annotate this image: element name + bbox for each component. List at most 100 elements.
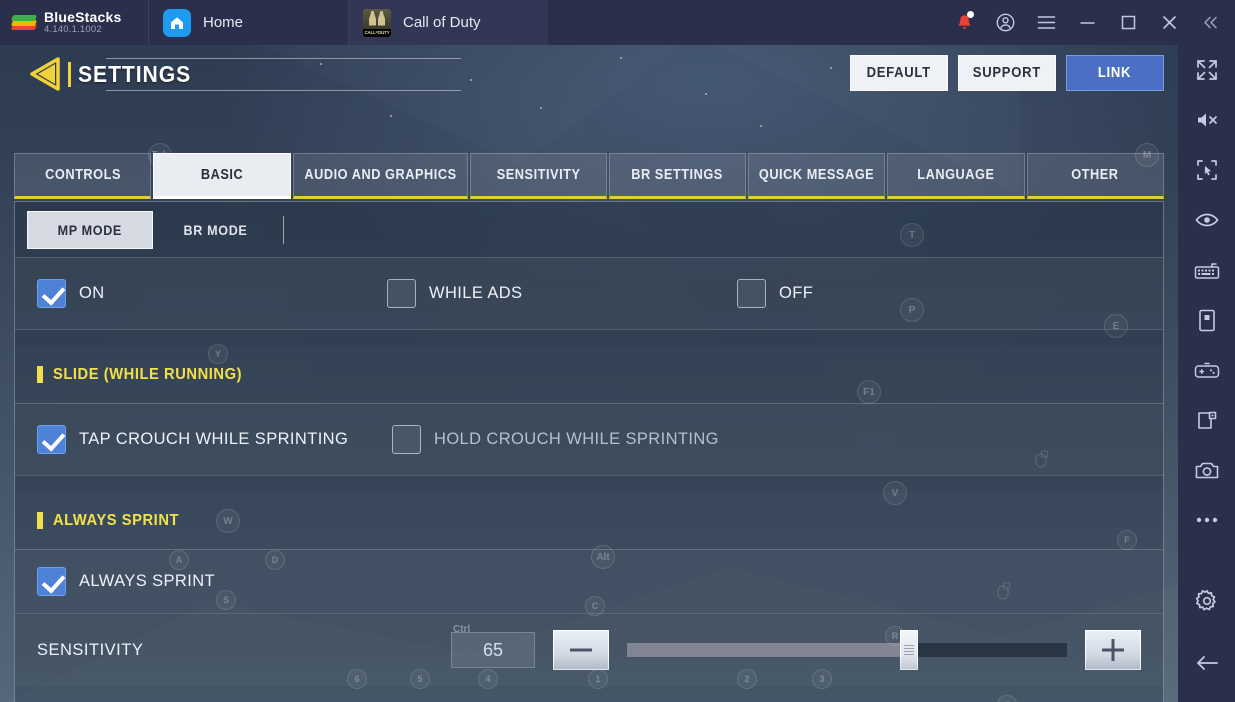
window-titlebar: BlueStacks 4.140.1.1002 Home CALL=DUTY C… [0,0,1235,45]
sensitivity-decrease-button[interactable] [553,630,609,670]
cod-badge-text: CALL=DUTY [363,28,391,37]
tab-quick-message[interactable]: QUICK MESSAGE [748,153,886,199]
settings-title-rule-bottom [106,89,462,91]
tab-br-settings[interactable]: BR SETTINGS [608,153,747,199]
row-sensitivity: SENSITIVITY Ctrl 65 [15,614,1163,686]
tab-language[interactable]: LANGUAGE [887,153,1025,199]
gamepad-icon[interactable] [1178,345,1235,395]
fullscreen-icon[interactable] [1178,45,1235,95]
option-hold-crouch-label: HOLD CROUCH WHILE SPRINTING [434,430,719,448]
link-button-label: LINK [1098,65,1132,81]
notification-bell-icon[interactable] [944,0,985,45]
screen-region-icon[interactable] [1178,145,1235,195]
row-spacer-3 [15,686,1163,702]
back-triangle-icon[interactable] [28,57,68,91]
ctrl-key-hint: Ctrl [453,624,471,635]
row-slide-options: TAP CROUCH WHILE SPRINTING HOLD CROUCH W… [15,404,1163,476]
option-on[interactable]: ON [37,279,387,308]
tab-controls-label: CONTROLS [44,167,121,183]
game-viewport: TabMTPEYF1VWADAltS654123QGRCF [0,45,1178,702]
option-while-ads[interactable]: WHILE ADS [387,279,737,308]
sensitivity-value[interactable]: 65 [451,632,535,668]
maximize-icon[interactable] [1108,0,1149,45]
close-icon[interactable] [1149,0,1190,45]
screen-record-icon[interactable] [1178,395,1235,445]
mute-icon[interactable] [1178,95,1235,145]
option-tap-crouch-label: TAP CROUCH WHILE SPRINTING [79,430,349,448]
checkbox-on[interactable] [37,279,66,308]
rotate-device-icon[interactable] [1178,295,1235,345]
account-icon[interactable] [985,0,1026,45]
tab-other-label: OTHER [1071,167,1119,183]
menu-icon[interactable] [1026,0,1067,45]
tab-quick-message-label: QUICK MESSAGE [759,167,875,183]
default-button-label: DEFAULT [866,65,932,81]
subtab-mp-mode[interactable]: MP MODE [27,210,153,249]
subtab-br-mode[interactable]: BR MODE [153,211,279,249]
page-title: SETTINGS [78,60,192,87]
bluestacks-sidebar [1178,45,1235,702]
settings-actions: DEFAULT SUPPORT LINK [850,55,1164,91]
tab-sensitivity[interactable]: SENSITIVITY [469,153,607,199]
section-slide-title: SLIDE (WHILE RUNNING) [37,366,258,384]
tab-home[interactable]: Home [148,0,348,45]
subtab-divider [283,215,284,244]
option-hold-crouch[interactable]: HOLD CROUCH WHILE SPRINTING [392,425,719,454]
checkbox-off[interactable] [737,279,766,308]
section-slide-label: SLIDE (WHILE RUNNING) [53,365,243,383]
option-off[interactable]: OFF [737,279,813,308]
tab-language-label: LANGUAGE [917,167,995,183]
section-always-sprint: ALWAYS SPRINT [15,492,1163,550]
checkbox-hold-crouch[interactable] [392,425,421,454]
back-arrow-icon[interactable] [1178,638,1235,688]
settings-list: ON WHILE ADS OFF SLIDE (WHILE RUNNING) T… [15,258,1163,702]
option-while-ads-label: WHILE ADS [429,284,523,302]
support-button[interactable]: SUPPORT [958,55,1056,91]
tab-audio-and-graphics[interactable]: AUDIO AND GRAPHICS [292,153,468,199]
checkbox-while-ads[interactable] [387,279,416,308]
tab-audio-and-graphics-label: AUDIO AND GRAPHICS [303,167,457,183]
support-button-label: SUPPORT [972,65,1042,81]
more-options-icon[interactable] [1178,495,1235,545]
bluestacks-brand: BlueStacks 4.140.1.1002 [0,0,148,45]
titlebar-spacer [548,0,944,45]
sensitivity-slider-handle[interactable] [899,630,918,670]
brand-name: BlueStacks [44,8,122,25]
settings-header: SETTINGS [28,57,462,91]
call-of-duty-icon: CALL=DUTY [363,8,391,37]
keyboard-controls-icon[interactable] [1178,245,1235,295]
tab-basic-label: BASIC [200,167,244,183]
option-always-sprint-label: ALWAYS SPRINT [79,572,215,590]
collapse-sidebar-icon[interactable] [1190,0,1231,45]
sensitivity-increase-button[interactable] [1085,630,1141,670]
gear-icon[interactable] [1178,576,1235,626]
tab-controls[interactable]: CONTROLS [14,153,152,199]
section-bar-icon [37,366,43,383]
minimize-icon[interactable] [1067,0,1108,45]
tab-other[interactable]: OTHER [1026,153,1164,199]
section-slide: SLIDE (WHILE RUNNING) [15,346,1163,404]
sensitivity-slider-track[interactable] [627,630,1067,670]
sensitivity-label: SENSITIVITY [37,640,144,659]
option-on-label: ON [79,284,105,302]
row-aim-options: ON WHILE ADS OFF [15,258,1163,330]
subtab-mp-mode-label: MP MODE [57,221,123,238]
bluestacks-window: BlueStacks 4.140.1.1002 Home CALL=DUTY C… [0,0,1235,702]
brand-version: 4.140.1.1002 [44,24,102,36]
option-off-label: OFF [779,284,814,302]
tab-home-label: Home [203,14,244,31]
row-spacer-1 [15,330,1163,346]
option-tap-crouch[interactable]: TAP CROUCH WHILE SPRINTING [37,425,392,454]
checkbox-tap-crouch[interactable] [37,425,66,454]
option-always-sprint[interactable]: ALWAYS SPRINT [37,567,215,596]
eye-icon[interactable] [1178,195,1235,245]
default-button[interactable]: DEFAULT [850,55,948,91]
section-always-sprint-label: ALWAYS SPRINT [53,511,180,529]
camera-icon[interactable] [1178,445,1235,495]
link-button[interactable]: LINK [1066,55,1164,91]
subtab-br-mode-label: BR MODE [184,221,248,238]
mode-subtabs: MP MODE BR MODE [15,202,1163,258]
checkbox-always-sprint[interactable] [37,567,66,596]
tab-basic[interactable]: BASIC [153,153,291,199]
tab-call-of-duty[interactable]: CALL=DUTY Call of Duty [348,0,548,45]
